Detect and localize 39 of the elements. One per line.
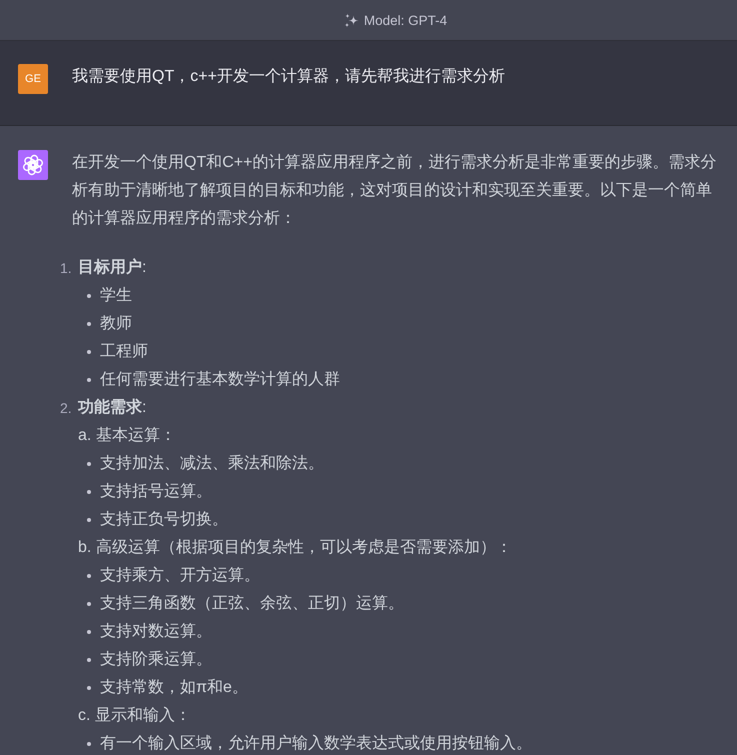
- subsection-heading: b. 高级运算（根据项目的复杂性，可以考虑是否需要添加）：: [78, 538, 512, 558]
- message-paragraph: 在开发一个使用QT和C++的计算器应用程序之前，进行需求分析是非常重要的步骤。需求分析有助于清晰地了解项目的目标和功能，这对项目的设计和实现至关重要。以下是一个简单的计算器应用程序的需求分析：: [72, 152, 718, 229]
- bullet-icon: [87, 490, 91, 494]
- list-item-text: 学生: [100, 286, 132, 306]
- bullet-icon: [87, 518, 91, 522]
- bullet-icon: [87, 462, 91, 466]
- model-label: Model: GPT-4: [364, 12, 448, 28]
- knot-logo-icon: [18, 150, 48, 180]
- bullet-icon: [87, 350, 91, 354]
- list-heading: 目标用户:: [78, 257, 146, 278]
- list-number: 1.: [60, 259, 73, 278]
- list-number: 2.: [60, 399, 73, 418]
- user-message-text: 我需要使用QT，c++开发一个计算器，请先帮我进行需求分析: [72, 66, 505, 87]
- list-item-text: 支持三角函数（正弦、余弦、正切）运算。: [100, 594, 404, 614]
- list-item-text: 支持常数，如π和e。: [100, 678, 248, 698]
- list-item-text: 支持乘方、开方运算。: [100, 566, 260, 586]
- bullet-icon: [87, 322, 91, 326]
- user-avatar: GE: [18, 64, 48, 94]
- bullet-icon: [87, 294, 91, 298]
- list-item-text: 教师: [100, 314, 132, 334]
- list-heading: 功能需求:: [78, 398, 146, 418]
- bullet-icon: [87, 630, 91, 634]
- list-item-text: 支持阶乘运算。: [100, 650, 212, 670]
- subsection-heading: a. 基本运算：: [78, 426, 176, 446]
- bullet-icon: [87, 574, 91, 578]
- list-item-text: 支持加法、减法、乘法和除法。: [100, 454, 324, 474]
- subsection-heading: c. 显示和输入：: [78, 706, 191, 726]
- bullet-icon: [87, 686, 91, 690]
- bullet-icon: [87, 378, 91, 382]
- list-item-text: 工程师: [100, 342, 148, 362]
- list-item-text: 支持正负号切换。: [100, 510, 228, 530]
- list-item-text: 支持括号运算。: [100, 482, 212, 502]
- list-item-text: 任何需要进行基本数学计算的人群: [100, 370, 340, 390]
- sparkle-icon: [344, 12, 359, 28]
- bullet-icon: [87, 742, 91, 746]
- bullet-icon: [87, 602, 91, 606]
- list-item-text: 有一个输入区域，允许用户输入数学表达式或使用按钮输入。: [100, 734, 532, 754]
- bullet-icon: [87, 658, 91, 662]
- list-item-text: 支持对数运算。: [100, 622, 212, 642]
